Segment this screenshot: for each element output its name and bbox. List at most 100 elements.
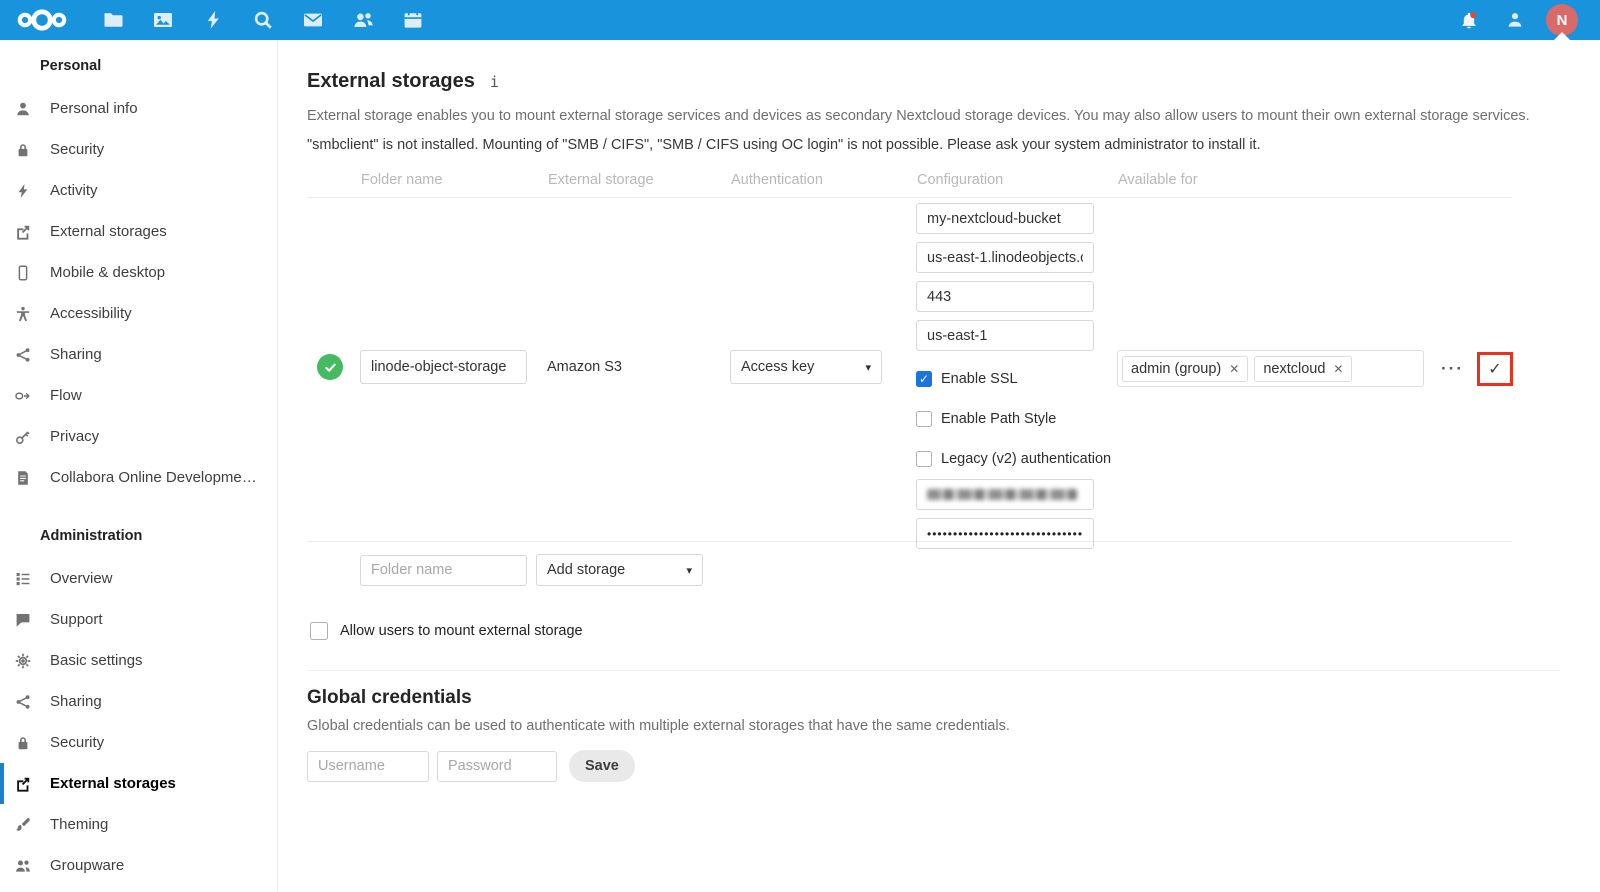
remove-chip-icon[interactable]: ✕	[1333, 362, 1343, 376]
sidebar-item-sharing-personal[interactable]: Sharing	[0, 334, 277, 375]
sidebar-item-mobile-desktop[interactable]: Mobile & desktop	[0, 252, 277, 293]
chevron-down-icon: ▾	[686, 564, 692, 577]
sidebar-item-groupware[interactable]: Groupware	[0, 845, 277, 886]
global-credentials-title: Global credentials	[307, 687, 1560, 709]
search-icon[interactable]	[238, 0, 288, 40]
sidebar-item-activity[interactable]: Activity	[0, 170, 277, 211]
more-options-icon[interactable]: ···	[1441, 364, 1464, 374]
sidebar-item-collabora[interactable]: Collabora Online Development Edit...	[0, 457, 277, 498]
secret-key-input[interactable]: ••••••••••••••••••••••••••••••	[916, 518, 1094, 549]
add-storage-select[interactable]: Add storage ▾	[536, 554, 703, 586]
header-external-storage: External storage	[547, 172, 730, 188]
photos-icon[interactable]	[138, 0, 188, 40]
activity-icon[interactable]	[188, 0, 238, 40]
enable-path-style-label: Enable Path Style	[941, 411, 1056, 427]
authentication-select[interactable]: Access key ▾	[730, 350, 882, 384]
global-username-input[interactable]	[307, 751, 429, 782]
list-icon	[15, 571, 31, 587]
allow-users-row: Allow users to mount external storage	[307, 622, 1560, 640]
topbar-user-area: N	[1454, 0, 1600, 40]
enable-path-style-checkbox[interactable]	[916, 411, 932, 427]
page-title: External storages	[307, 70, 475, 93]
confirm-storage-button[interactable]: ✓	[1477, 352, 1513, 386]
external-storages-table: Folder name External storage Authenticat…	[307, 172, 1512, 542]
storage-status-ok-icon	[317, 354, 343, 380]
new-folder-name-input[interactable]	[360, 555, 527, 586]
users-icon	[15, 858, 31, 874]
available-for-chip: nextcloud ✕	[1254, 356, 1352, 382]
flow-icon	[15, 388, 31, 404]
top-navigation-bar: N	[0, 0, 1600, 40]
share-icon	[15, 347, 31, 363]
table-header-row: Folder name External storage Authenticat…	[307, 172, 1512, 198]
sidebar-item-privacy[interactable]: Privacy	[0, 416, 277, 457]
access-key-input-redacted[interactable]	[916, 479, 1094, 510]
mobile-icon	[15, 265, 31, 281]
notifications-bell-icon[interactable]	[1454, 0, 1484, 40]
document-icon	[15, 470, 31, 486]
remove-chip-icon[interactable]: ✕	[1229, 362, 1239, 376]
available-for-chip: admin (group) ✕	[1122, 356, 1248, 382]
mail-icon[interactable]	[288, 0, 338, 40]
topbar-apps	[0, 0, 438, 40]
chevron-down-icon: ▾	[865, 361, 871, 374]
sidebar-item-theming[interactable]: Theming	[0, 804, 277, 845]
external-storage-type: Amazon S3	[547, 350, 730, 384]
user-icon	[15, 101, 31, 117]
available-for-tag-input[interactable]: admin (group) ✕ nextcloud ✕	[1117, 350, 1424, 387]
sidebar-item-sharing-admin[interactable]: Sharing	[0, 681, 277, 722]
bolt-icon	[15, 183, 31, 199]
files-icon[interactable]	[88, 0, 138, 40]
configuration-cell: ✓ Enable SSL Enable Path Style Legacy (v…	[916, 198, 1117, 557]
external-link-icon	[15, 776, 31, 792]
header-folder-name: Folder name	[360, 172, 547, 188]
calendar-icon[interactable]	[388, 0, 438, 40]
accessibility-icon	[15, 306, 31, 322]
sidebar-item-accessibility[interactable]: Accessibility	[0, 293, 277, 334]
active-menu-caret	[1554, 32, 1570, 40]
hostname-input[interactable]	[916, 242, 1094, 273]
global-credentials-form: Save	[307, 750, 1560, 782]
legacy-auth-checkbox[interactable]	[916, 451, 932, 467]
legacy-auth-label: Legacy (v2) authentication	[941, 451, 1111, 467]
save-button[interactable]: Save	[569, 750, 635, 782]
enable-ssl-checkbox[interactable]: ✓	[916, 371, 932, 387]
sidebar-item-personal-info[interactable]: Personal info	[0, 88, 277, 129]
external-link-icon	[15, 224, 31, 240]
key-icon	[15, 429, 31, 445]
contacts-icon[interactable]	[338, 0, 388, 40]
global-password-input[interactable]	[437, 751, 557, 782]
chat-icon	[15, 612, 31, 628]
lock-icon	[15, 735, 31, 751]
header-authentication: Authentication	[730, 172, 916, 188]
bucket-input[interactable]	[916, 203, 1094, 234]
external-storages-settings: External storagesi External storage enab…	[278, 40, 1600, 892]
region-input[interactable]	[916, 320, 1094, 351]
header-available-for: Available for	[1117, 172, 1512, 188]
info-icon[interactable]: i	[490, 73, 499, 91]
available-for-cell: admin (group) ✕ nextcloud ✕ ··· ✓	[1117, 350, 1513, 387]
brush-icon	[15, 817, 31, 833]
table-row: Amazon S3 Access key ▾ ✓ Enable SSL	[307, 198, 1512, 542]
sidebar-item-security-personal[interactable]: Security	[0, 129, 277, 170]
redaction-blur	[927, 489, 1077, 500]
share-icon	[15, 694, 31, 710]
gear-icon	[15, 653, 31, 669]
enable-ssl-label: Enable SSL	[941, 371, 1018, 387]
sidebar-item-flow[interactable]: Flow	[0, 375, 277, 416]
header-configuration: Configuration	[916, 172, 1117, 188]
folder-name-input[interactable]	[360, 350, 527, 384]
sidebar-item-external-storages-personal[interactable]: External storages	[0, 211, 277, 252]
header-status	[307, 172, 360, 188]
smbclient-warning-text: "smbclient" is not installed. Mounting o…	[307, 137, 1560, 153]
global-credentials-description: Global credentials can be used to authen…	[307, 718, 1560, 734]
allow-users-checkbox[interactable]	[310, 622, 328, 640]
sidebar-item-basic-settings[interactable]: Basic settings	[0, 640, 277, 681]
nextcloud-logo[interactable]	[16, 7, 68, 33]
port-input[interactable]	[916, 281, 1094, 312]
sidebar-item-external-storages-admin[interactable]: External storages	[0, 763, 277, 804]
sidebar-item-overview[interactable]: Overview	[0, 558, 277, 599]
contacts-menu-icon[interactable]	[1500, 0, 1530, 40]
sidebar-item-security-admin[interactable]: Security	[0, 722, 277, 763]
sidebar-item-support[interactable]: Support	[0, 599, 277, 640]
